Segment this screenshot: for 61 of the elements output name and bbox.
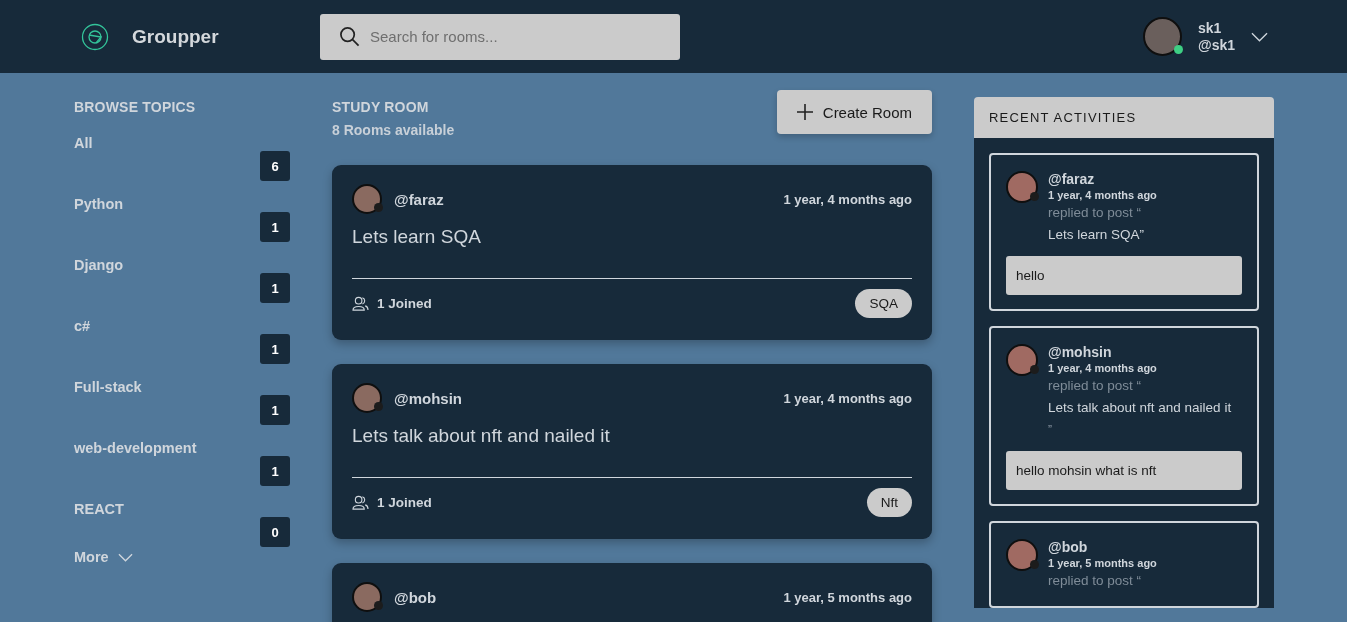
user-avatar[interactable] <box>1006 171 1038 203</box>
activity-time: 1 year, 4 months ago <box>1048 188 1157 202</box>
topic-count: 1 <box>260 334 290 364</box>
topic-count: 0 <box>260 517 290 547</box>
activity-action: replied to post “ <box>1048 377 1143 395</box>
topic-count: 1 <box>260 212 290 242</box>
host-name[interactable]: @bob <box>394 588 437 606</box>
room-time: 1 year, 5 months ago <box>783 589 912 605</box>
rooms-count: 8 Rooms available <box>332 122 455 138</box>
topic-item[interactable]: REACT 0 <box>74 501 290 547</box>
activity-user[interactable]: @mohsin <box>1048 344 1232 361</box>
topic-item[interactable]: All 6 <box>74 135 290 181</box>
activity-time: 1 year, 4 months ago <box>1048 361 1158 375</box>
room-title[interactable]: Lets talk about nft and nailed it <box>352 425 912 478</box>
topic-count: 1 <box>260 456 290 486</box>
user-name: sk1 <box>1198 19 1223 37</box>
reply-message: hello mohsin what is nft <box>1006 451 1242 490</box>
app-name[interactable]: Groupper <box>132 25 219 48</box>
plus-icon <box>796 104 813 120</box>
section-title: STUDY ROOM <box>332 99 430 115</box>
joined-count: 1 Joined <box>377 495 432 510</box>
room-time: 1 year, 4 months ago <box>783 390 912 406</box>
user-avatar[interactable] <box>1006 344 1038 376</box>
host-name[interactable]: @faraz <box>394 190 444 208</box>
topic-count: 1 <box>260 395 290 425</box>
user-handle: @sk1 <box>1198 36 1235 54</box>
people-icon <box>352 296 369 311</box>
topic-count: 1 <box>260 273 290 303</box>
topic-item[interactable]: Python 1 <box>74 196 290 242</box>
activities-header: RECENT ACTIVITIES <box>974 97 1274 138</box>
topic-item[interactable]: c# 1 <box>74 318 290 364</box>
section-title: BROWSE TOPICS <box>74 99 197 115</box>
activity-user[interactable]: @faraz <box>1048 171 1157 188</box>
topic-item[interactable]: web-development 1 <box>74 440 290 486</box>
chevron-down-icon[interactable] <box>1251 31 1268 42</box>
quote-mark: ” <box>1048 422 1053 439</box>
post-link[interactable]: Lets talk about nft and nailed it <box>1048 397 1232 419</box>
host-avatar[interactable] <box>352 383 382 413</box>
activity-action: replied to post “ <box>1048 572 1143 590</box>
user-avatar[interactable] <box>1143 17 1182 56</box>
activity-time: 1 year, 5 months ago <box>1048 556 1157 570</box>
topic-item[interactable]: Django 1 <box>74 257 290 303</box>
search-field[interactable]: Search for rooms... <box>320 13 680 60</box>
activity-action: replied to post “ <box>1048 204 1143 222</box>
topic-tag[interactable]: Nft <box>866 488 912 517</box>
host-avatar[interactable] <box>352 582 382 612</box>
topic-item[interactable]: Full-stack 1 <box>74 379 290 425</box>
activity-user[interactable]: @bob <box>1048 539 1157 556</box>
logo-icon <box>81 22 109 51</box>
joined-count: 1 Joined <box>377 296 432 311</box>
host-name[interactable]: @mohsin <box>394 389 462 407</box>
people-icon <box>352 495 369 510</box>
room-title[interactable]: Lets learn SQA <box>352 226 912 279</box>
room-time: 1 year, 4 months ago <box>783 191 912 207</box>
topic-tag[interactable]: SQA <box>855 289 912 318</box>
host-avatar[interactable] <box>352 184 382 214</box>
post-link[interactable]: Lets learn SQA” <box>1048 224 1157 246</box>
create-room-button[interactable]: Create Room <box>776 90 932 134</box>
topic-count: 6 <box>260 151 290 181</box>
user-avatar[interactable] <box>1006 539 1038 571</box>
reply-message: hello <box>1006 256 1242 295</box>
